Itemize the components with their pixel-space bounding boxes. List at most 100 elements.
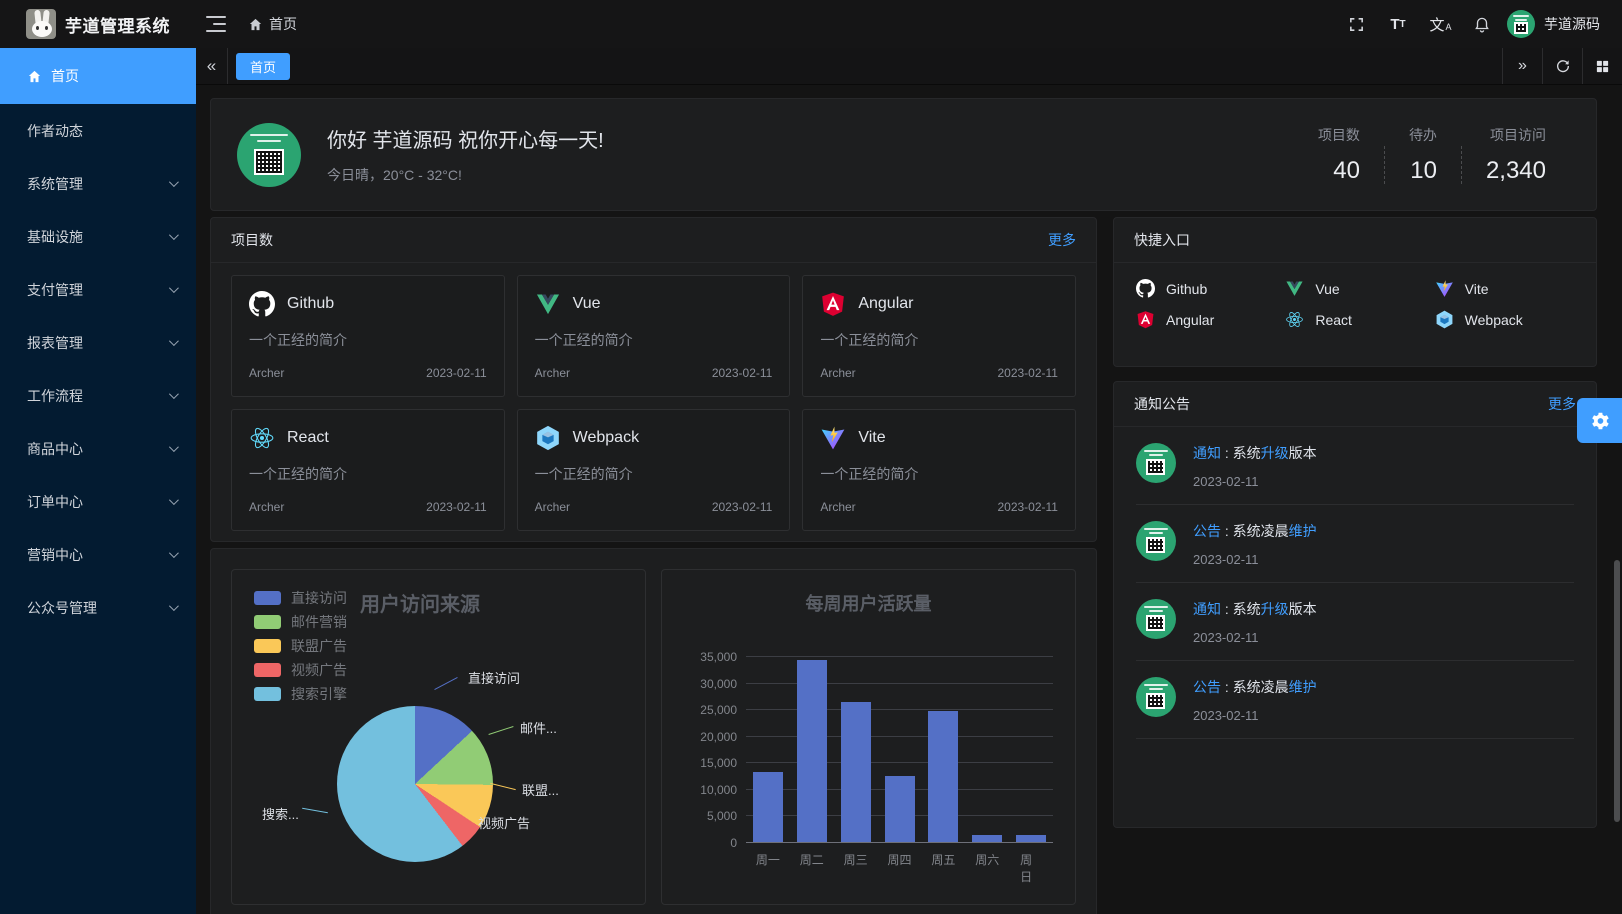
translate-icon[interactable]: 文A bbox=[1423, 7, 1457, 41]
chevron-down-icon bbox=[169, 283, 179, 293]
notice-item-title: 公告 : 系统凌晨维护 bbox=[1193, 521, 1574, 541]
pie-label-line bbox=[490, 783, 515, 790]
vite-icon bbox=[820, 425, 846, 451]
layout-grid-icon[interactable] bbox=[1582, 48, 1622, 84]
breadcrumb[interactable]: 首页 bbox=[248, 14, 297, 34]
bar-周一[interactable] bbox=[753, 772, 783, 842]
logo-zone[interactable]: 芋道管理系统 bbox=[0, 9, 196, 39]
webpack-icon bbox=[535, 425, 561, 451]
welcome-stat-0: 项目数 40 bbox=[1294, 125, 1384, 185]
sidebar-item-3[interactable]: 基础设施 bbox=[0, 210, 196, 263]
project-date: 2023-02-11 bbox=[426, 500, 487, 514]
tabs-scroll-right-icon[interactable]: » bbox=[1502, 48, 1542, 84]
sidebar-item-9[interactable]: 营销中心 bbox=[0, 528, 196, 581]
welcome-avatar bbox=[237, 123, 301, 187]
sidebar-item-label: 支付管理 bbox=[27, 280, 169, 300]
quick-entry-panel: 快捷入口 Github Vue Vite Angular React Webpa… bbox=[1113, 217, 1597, 367]
projects-grid: Github 一个正经的简介 Archer 2023-02-11 Vue 一个正… bbox=[211, 263, 1096, 543]
top-header: 芋道管理系统 首页 TT 文A 芋道源码 bbox=[0, 0, 1622, 48]
project-card-webpack[interactable]: Webpack 一个正经的简介 Archer 2023-02-11 bbox=[517, 409, 791, 531]
quick-entry-grid: Github Vue Vite Angular React Webpack bbox=[1114, 263, 1596, 345]
project-name: Webpack bbox=[573, 429, 639, 447]
gridline bbox=[746, 736, 1053, 737]
notice-item-title: 通知 : 系统升级版本 bbox=[1193, 599, 1574, 619]
quick-entry-vite[interactable]: Vite bbox=[1435, 279, 1574, 298]
sidebar-item-10[interactable]: 公众号管理 bbox=[0, 581, 196, 634]
user-menu[interactable]: 芋道源码 bbox=[1507, 10, 1600, 38]
sidebar-menu: 首页作者动态系统管理基础设施支付管理报表管理工作流程商品中心订单中心营销中心公众… bbox=[0, 48, 196, 634]
notice-item-1[interactable]: 公告 : 系统凌晨维护 2023-02-11 bbox=[1114, 505, 1596, 567]
notice-item-3[interactable]: 公告 : 系统凌晨维护 2023-02-11 bbox=[1114, 661, 1596, 723]
project-name: Vue bbox=[573, 295, 601, 313]
bar-周四[interactable] bbox=[885, 776, 915, 842]
notice-more-link[interactable]: 更多 bbox=[1548, 394, 1576, 414]
pie-label-line bbox=[434, 677, 457, 690]
quick-entry-github[interactable]: Github bbox=[1136, 279, 1275, 298]
refresh-icon[interactable] bbox=[1542, 48, 1582, 84]
project-card-vue[interactable]: Vue 一个正经的简介 Archer 2023-02-11 bbox=[517, 275, 791, 397]
project-desc: 一个正经的简介 bbox=[535, 464, 773, 484]
sidebar-item-label: 报表管理 bbox=[27, 333, 169, 353]
quick-entry-angular[interactable]: Angular bbox=[1136, 310, 1275, 329]
legend-item[interactable]: 联盟广告 bbox=[254, 634, 347, 658]
x-axis-tick: 周六 bbox=[975, 851, 999, 868]
project-card-vite[interactable]: Vite 一个正经的简介 Archer 2023-02-11 bbox=[802, 409, 1076, 531]
legend-item[interactable]: 邮件营销 bbox=[254, 610, 347, 634]
pie-chart[interactable] bbox=[337, 706, 493, 862]
bar-周日[interactable] bbox=[1016, 835, 1046, 842]
gear-icon bbox=[1589, 410, 1611, 432]
quick-entry-vue[interactable]: Vue bbox=[1285, 279, 1424, 298]
notice-item-2[interactable]: 通知 : 系统升级版本 2023-02-11 bbox=[1114, 583, 1596, 645]
projects-more-link[interactable]: 更多 bbox=[1048, 230, 1076, 250]
gridline bbox=[746, 709, 1053, 710]
notice-segment: 通知 bbox=[1193, 601, 1221, 617]
project-date: 2023-02-11 bbox=[426, 366, 487, 380]
project-card-github[interactable]: Github 一个正经的简介 Archer 2023-02-11 bbox=[231, 275, 505, 397]
stat-label: 项目数 bbox=[1318, 125, 1360, 145]
project-card-angular[interactable]: Angular 一个正经的简介 Archer 2023-02-11 bbox=[802, 275, 1076, 397]
bar-plot-area: 05,00010,00015,00020,00025,00030,00035,0… bbox=[746, 656, 1053, 842]
theme-settings-button[interactable] bbox=[1577, 398, 1622, 443]
page-scrollbar-thumb[interactable] bbox=[1614, 560, 1620, 822]
notice-item-title: 通知 : 系统升级版本 bbox=[1193, 443, 1574, 463]
legend-swatch bbox=[254, 639, 281, 653]
project-name: Vite bbox=[858, 429, 885, 447]
fullscreen-icon[interactable] bbox=[1339, 7, 1373, 41]
notice-item-title: 公告 : 系统凌晨维护 bbox=[1193, 677, 1574, 697]
bar-周二[interactable] bbox=[797, 660, 827, 842]
sidebar-item-5[interactable]: 报表管理 bbox=[0, 316, 196, 369]
sidebar-item-8[interactable]: 订单中心 bbox=[0, 475, 196, 528]
quick-entry-react[interactable]: React bbox=[1285, 310, 1424, 329]
legend-item[interactable]: 直接访问 bbox=[254, 586, 347, 610]
y-axis-tick: 25,000 bbox=[700, 703, 737, 717]
pie-slice-label: 邮件... bbox=[520, 718, 557, 737]
y-axis-tick: 5,000 bbox=[707, 809, 737, 823]
bar-chart-title: 每周用户活跃量 bbox=[662, 590, 1075, 616]
notice-item-0[interactable]: 通知 : 系统升级版本 2023-02-11 bbox=[1114, 427, 1596, 489]
sidebar-item-4[interactable]: 支付管理 bbox=[0, 263, 196, 316]
legend-item[interactable]: 搜索引擎 bbox=[254, 682, 347, 706]
font-size-icon[interactable]: TT bbox=[1381, 7, 1415, 41]
project-date: 2023-02-11 bbox=[712, 500, 773, 514]
collapse-menu-icon[interactable] bbox=[206, 16, 226, 32]
bar-周六[interactable] bbox=[972, 835, 1002, 842]
project-card-react[interactable]: React 一个正经的简介 Archer 2023-02-11 bbox=[231, 409, 505, 531]
app-title: 芋道管理系统 bbox=[65, 12, 170, 37]
quick-entry-webpack[interactable]: Webpack bbox=[1435, 310, 1574, 329]
bar-周五[interactable] bbox=[928, 711, 958, 842]
legend-item[interactable]: 视频广告 bbox=[254, 658, 347, 682]
notice-segment: 升级 bbox=[1261, 601, 1289, 617]
chevron-down-icon bbox=[169, 495, 179, 505]
tabs-scroll-left-icon[interactable]: « bbox=[196, 48, 228, 84]
bell-icon[interactable] bbox=[1465, 7, 1499, 41]
sidebar-item-2[interactable]: 系统管理 bbox=[0, 157, 196, 210]
x-axis-tick: 周三 bbox=[844, 851, 868, 868]
sidebar-item-7[interactable]: 商品中心 bbox=[0, 422, 196, 475]
tab-0[interactable]: 首页 bbox=[236, 53, 290, 80]
vue-icon bbox=[535, 291, 561, 317]
bar-周三[interactable] bbox=[841, 702, 871, 842]
notice-segment: : 系统 bbox=[1221, 601, 1261, 617]
sidebar-item-1[interactable]: 作者动态 bbox=[0, 104, 196, 157]
sidebar-item-6[interactable]: 工作流程 bbox=[0, 369, 196, 422]
sidebar-item-0[interactable]: 首页 bbox=[0, 48, 196, 104]
